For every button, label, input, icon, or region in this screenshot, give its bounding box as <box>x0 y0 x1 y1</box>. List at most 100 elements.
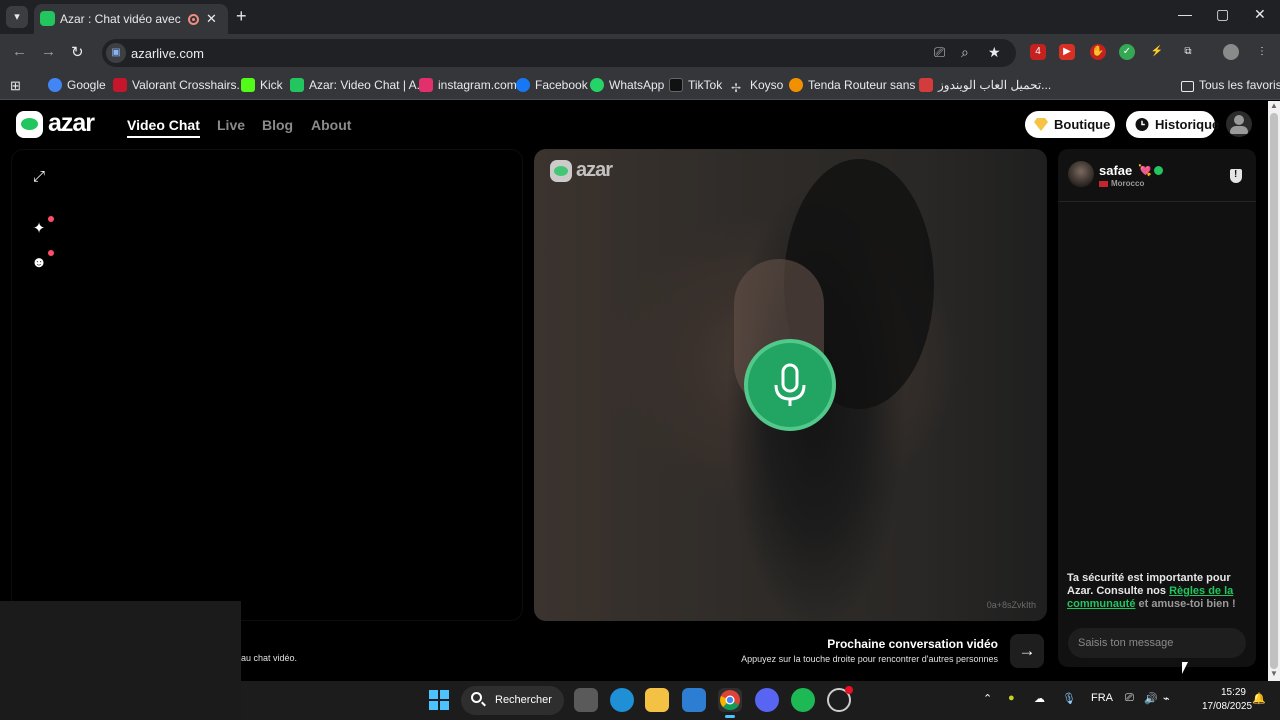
all-bookmarks-label: Tous les favoris <box>1199 78 1280 92</box>
scroll-up-icon[interactable]: ▲ <box>1270 101 1278 110</box>
next-conversation-button[interactable]: → <box>1010 634 1044 668</box>
bookmark-valorant[interactable]: Valorant Crosshairs... <box>113 78 247 92</box>
clock-date: 17/08/2025 <box>1202 701 1253 712</box>
extension-bolt-icon[interactable]: ⚡ <box>1149 44 1165 60</box>
nav-about[interactable]: About <box>311 117 351 133</box>
bookmark-whatsapp[interactable]: WhatsApp <box>590 78 664 92</box>
report-shield-icon[interactable] <box>1230 169 1242 183</box>
bookmark-google[interactable]: Google <box>48 78 106 92</box>
volume-icon[interactable]: 🔊 <box>1144 692 1158 705</box>
azar-logo-text[interactable]: azar <box>48 109 95 138</box>
browser-tab-active[interactable]: Azar : Chat vidéo avec de n ✕ <box>34 4 228 34</box>
tray-app-icon[interactable]: ● <box>1008 692 1015 704</box>
partner-country: Morocco <box>1111 179 1145 188</box>
page-scrollbar[interactable]: ▲ ▼ <box>1268 101 1280 681</box>
bookmark-instagram[interactable]: instagram.com <box>419 78 517 92</box>
bookmark-tiktok[interactable]: TikTok <box>669 78 722 92</box>
filters-face-icon[interactable]: ☻ <box>30 250 54 272</box>
microphone-icon <box>774 363 806 406</box>
chat-message-input[interactable] <box>1068 628 1246 658</box>
site-info-icon[interactable]: ▣ <box>106 43 126 63</box>
bookmark-label: TikTok <box>688 78 723 92</box>
extension-badge-icon[interactable]: 4 <box>1030 44 1046 60</box>
nav-live[interactable]: Live <box>217 117 245 133</box>
new-tab-button[interactable]: + <box>236 6 247 27</box>
nav-blog[interactable]: Blog <box>262 117 293 133</box>
network-icon[interactable]: ⎚ <box>1125 692 1134 705</box>
kick-icon <box>241 78 255 92</box>
edge-icon[interactable] <box>610 688 634 712</box>
taskbar-search[interactable]: Rechercher <box>461 686 564 715</box>
valorant-icon <box>113 78 127 92</box>
tab-search-button[interactable]: ▾ <box>6 6 28 28</box>
extension-check-icon[interactable]: ✓ <box>1119 44 1135 60</box>
onedrive-icon[interactable]: ☁ <box>1034 692 1045 705</box>
battery-icon[interactable]: ⌁ <box>1163 692 1170 705</box>
bookmark-koyso[interactable]: ✢ Koyso <box>731 78 783 95</box>
forward-button[interactable]: → <box>41 43 56 60</box>
extension-video-icon[interactable]: ▶ <box>1059 44 1075 60</box>
bookmark-label: Valorant Crosshairs... <box>132 78 247 92</box>
bookmarks-bar: ⊞ Google Valorant Crosshairs... Kick Aza… <box>0 72 1280 100</box>
arrow-right-icon: → <box>1018 641 1036 660</box>
azar-favicon-icon <box>40 11 55 26</box>
maximize-button[interactable]: ▢ <box>1216 6 1229 23</box>
tab-close-icon[interactable]: ✕ <box>206 11 217 27</box>
extensions-puzzle-icon[interactable]: ⧉ <box>1180 44 1196 60</box>
tray-overflow-icon[interactable]: ⌃ <box>983 692 992 705</box>
bookmark-facebook[interactable]: Facebook <box>516 78 588 92</box>
bookmark-star-icon[interactable]: ★ <box>988 44 1001 61</box>
next-conversation-hint: Appuyez sur la touche droite pour rencon… <box>741 654 998 664</box>
notification-dot <box>48 250 54 256</box>
shop-button[interactable]: Boutique <box>1025 111 1115 138</box>
language-indicator[interactable]: FRA <box>1091 692 1113 704</box>
windows-start-icon[interactable] <box>429 690 449 710</box>
store-icon[interactable] <box>682 688 706 712</box>
partner-name[interactable]: safae <box>1099 163 1132 178</box>
bookmark-kick[interactable]: Kick <box>241 78 283 92</box>
scroll-down-icon[interactable]: ▼ <box>1270 669 1278 678</box>
expand-icon[interactable]: ⤢ <box>30 168 48 186</box>
reload-button[interactable]: ↻ <box>71 43 84 61</box>
account-avatar-icon[interactable] <box>1226 111 1252 137</box>
bookmark-label: Google <box>67 78 106 92</box>
partner-avatar[interactable] <box>1068 161 1094 187</box>
steam-icon[interactable] <box>827 686 853 712</box>
zoom-icon[interactable]: ⌕ <box>961 44 969 61</box>
nav-video-chat[interactable]: Video Chat <box>127 117 200 138</box>
task-view-icon[interactable] <box>574 688 598 712</box>
extension-stop-icon[interactable]: ✋ <box>1090 44 1106 60</box>
apps-grid-icon[interactable]: ⊞ <box>10 78 21 94</box>
scroll-thumb[interactable] <box>1270 113 1278 669</box>
bookmark-azar[interactable]: Azar: Video Chat | A... <box>290 78 427 92</box>
chat-panel: safae 💘 Morocco Ta sécurité est importan… <box>1058 149 1256 667</box>
azar-logo-icon[interactable] <box>16 111 43 138</box>
safety-notice: Ta sécurité est importante pour Azar. Co… <box>1067 572 1249 611</box>
system-clock[interactable]: 15:29 17/08/2025 <box>1202 686 1253 714</box>
browser-tab-bar: ▾ Azar : Chat vidéo avec de n ✕ + — ▢ ✕ <box>0 0 1280 34</box>
notifications-icon[interactable]: 🔔 <box>1252 692 1266 705</box>
back-button[interactable]: ← <box>12 43 27 60</box>
history-button[interactable]: Historique <box>1126 111 1219 138</box>
bookmark-tenda[interactable]: Tenda Routeur sans fil <box>789 78 927 92</box>
bookmark-label: Facebook <box>535 78 588 92</box>
minimize-button[interactable]: — <box>1178 6 1192 22</box>
chrome-taskbar-button[interactable] <box>718 688 742 712</box>
browser-menu-icon[interactable]: ⋮ <box>1254 44 1270 60</box>
microphone-tray-icon[interactable]: 🎙 <box>1062 692 1076 705</box>
bookmark-arabic-games[interactable]: تحميل العاب الويندوز... <box>919 78 1051 92</box>
facebook-icon <box>516 78 530 92</box>
spotify-icon[interactable] <box>791 688 815 712</box>
microphone-button[interactable] <box>744 339 836 431</box>
discord-icon[interactable] <box>755 688 779 712</box>
bookmark-label: تحميل العاب الويندوز... <box>938 78 1052 92</box>
tenda-icon <box>789 78 803 92</box>
profile-icon[interactable] <box>1223 44 1239 60</box>
close-window-button[interactable]: ✕ <box>1254 6 1266 23</box>
all-bookmarks[interactable]: Tous les favoris <box>1181 78 1280 92</box>
effects-sparkle-icon[interactable]: ✦ <box>30 216 54 238</box>
address-bar[interactable]: ▣ azarlive.com ⎚ ⌕ ★ <box>102 39 1016 67</box>
file-explorer-icon[interactable] <box>645 688 669 712</box>
install-app-icon[interactable]: ⎚ <box>934 44 945 61</box>
chat-divider <box>1058 201 1256 202</box>
